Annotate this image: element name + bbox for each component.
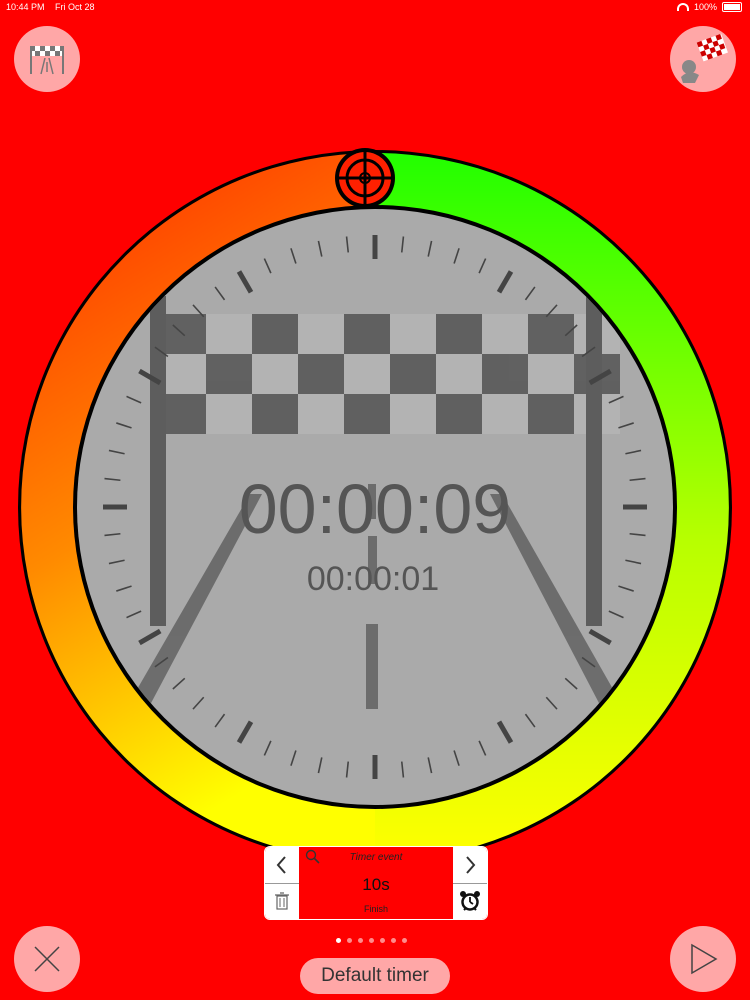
page-dot[interactable]: [380, 938, 385, 943]
page-dot[interactable]: [358, 938, 363, 943]
page-dot[interactable]: [347, 938, 352, 943]
event-title: Timer event: [349, 852, 403, 863]
chevron-left-icon: [276, 856, 286, 874]
chevron-right-icon: [466, 856, 476, 874]
delete-event-button[interactable]: [265, 883, 299, 919]
page-dot[interactable]: [336, 938, 341, 943]
timer-event-panel: Timer event 10s Finish: [264, 846, 488, 920]
page-dot[interactable]: [391, 938, 396, 943]
event-subtitle: Finish: [363, 904, 388, 914]
sub-time: 00:00:01: [307, 560, 439, 598]
play-button[interactable]: [670, 926, 736, 992]
next-event-button[interactable]: [453, 847, 487, 884]
close-icon: [34, 946, 60, 972]
cancel-button[interactable]: [14, 926, 80, 992]
prev-event-button[interactable]: [265, 847, 299, 884]
page-indicator[interactable]: [336, 938, 407, 943]
preset-button[interactable]: Default timer: [300, 958, 450, 994]
alarm-clock-icon: [460, 891, 480, 911]
play-icon: [691, 943, 718, 975]
crosshair-icon[interactable]: [335, 148, 395, 208]
page-dot[interactable]: [402, 938, 407, 943]
main-time: 00:00:09: [239, 470, 511, 548]
page-dot[interactable]: [369, 938, 374, 943]
event-value[interactable]: 10s: [299, 875, 453, 895]
event-right-controls: [453, 847, 487, 919]
alarm-button[interactable]: [453, 883, 487, 919]
trash-icon: [275, 892, 289, 910]
event-left-controls: [265, 847, 299, 919]
